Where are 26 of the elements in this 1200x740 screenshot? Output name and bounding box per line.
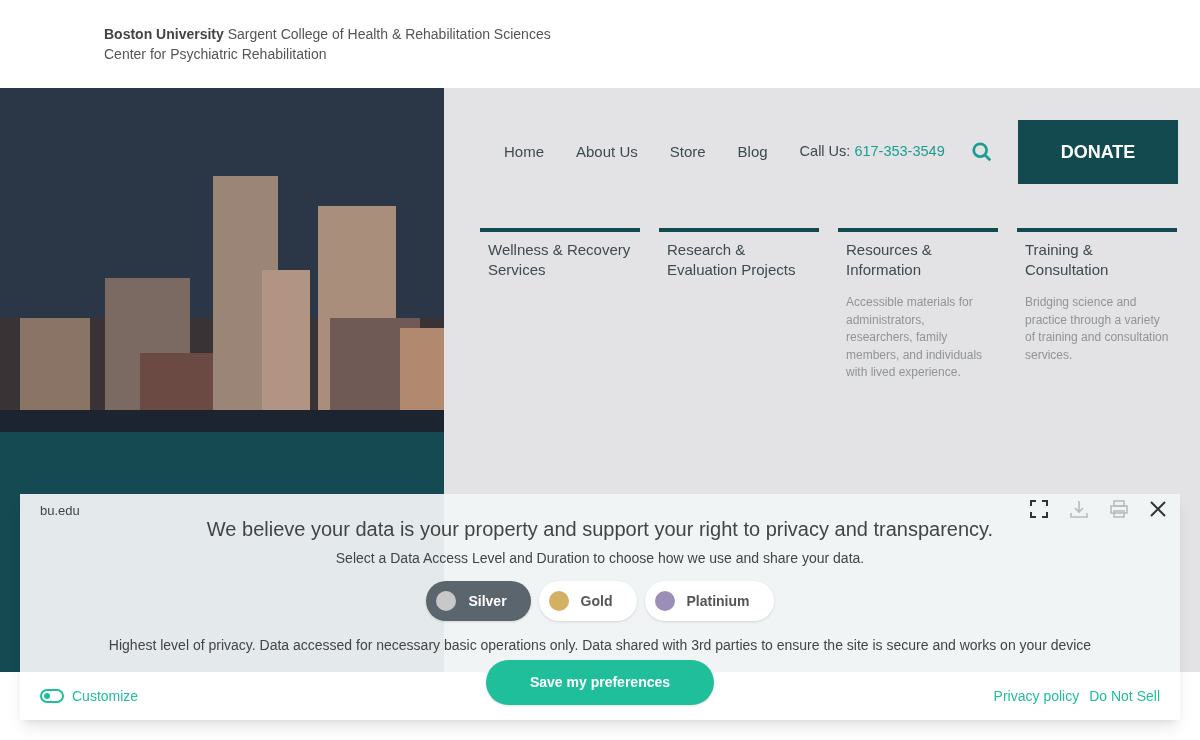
- nav-link[interactable]: About Us: [576, 140, 638, 164]
- level-option[interactable]: Platinium: [644, 581, 774, 621]
- search-icon[interactable]: [970, 141, 993, 163]
- close-icon[interactable]: [1150, 501, 1166, 517]
- section-link[interactable]: Research & Evaluation Projects: [667, 240, 811, 280]
- college-title: Boston University Sargent College of Health & Rehabilitation Sciences: [104, 25, 552, 44]
- level-option[interactable]: Gold: [538, 581, 637, 621]
- nav-link[interactable]: Store: [669, 140, 706, 164]
- call-us-text: Call Us: 617-353-3549: [799, 142, 945, 162]
- section-description: Accessible materials for administrators, researchers, family members, and individuals with lived experience.: [846, 294, 984, 381]
- fullscreen-icon[interactable]: [1030, 500, 1048, 518]
- donate-button[interactable]: DONATE: [1018, 120, 1178, 184]
- level-description: Highest level of privacy. Data accessed for necessary basic operations only. Data shared with 3rd parties to ensure the site is secure and works on your device: [108, 636, 1092, 655]
- nav-link[interactable]: Home: [504, 140, 544, 164]
- consent-heading: We believe your data is your property and support your right to privacy and transparency.: [206, 517, 994, 542]
- print-icon[interactable]: [1110, 500, 1128, 518]
- site-domain: bu.edu: [40, 502, 80, 520]
- nav-link[interactable]: Blog: [737, 140, 768, 164]
- section-link[interactable]: Wellness & Recovery Services: [488, 240, 632, 280]
- level-option[interactable]: Silver: [426, 581, 531, 621]
- section-description: Bridging science and practice through a variety of training and consultation services.: [1025, 294, 1169, 364]
- download-icon[interactable]: [1070, 500, 1088, 518]
- center-title: Center for Psychiatric Rehabilitation: [104, 45, 328, 64]
- consent-subheading: Select a Data Access Level and Duration to choose how we use and share your data.: [335, 549, 865, 568]
- section-link[interactable]: Training & Consultation: [1025, 240, 1169, 280]
- section-link[interactable]: Resources & Information: [846, 240, 990, 280]
